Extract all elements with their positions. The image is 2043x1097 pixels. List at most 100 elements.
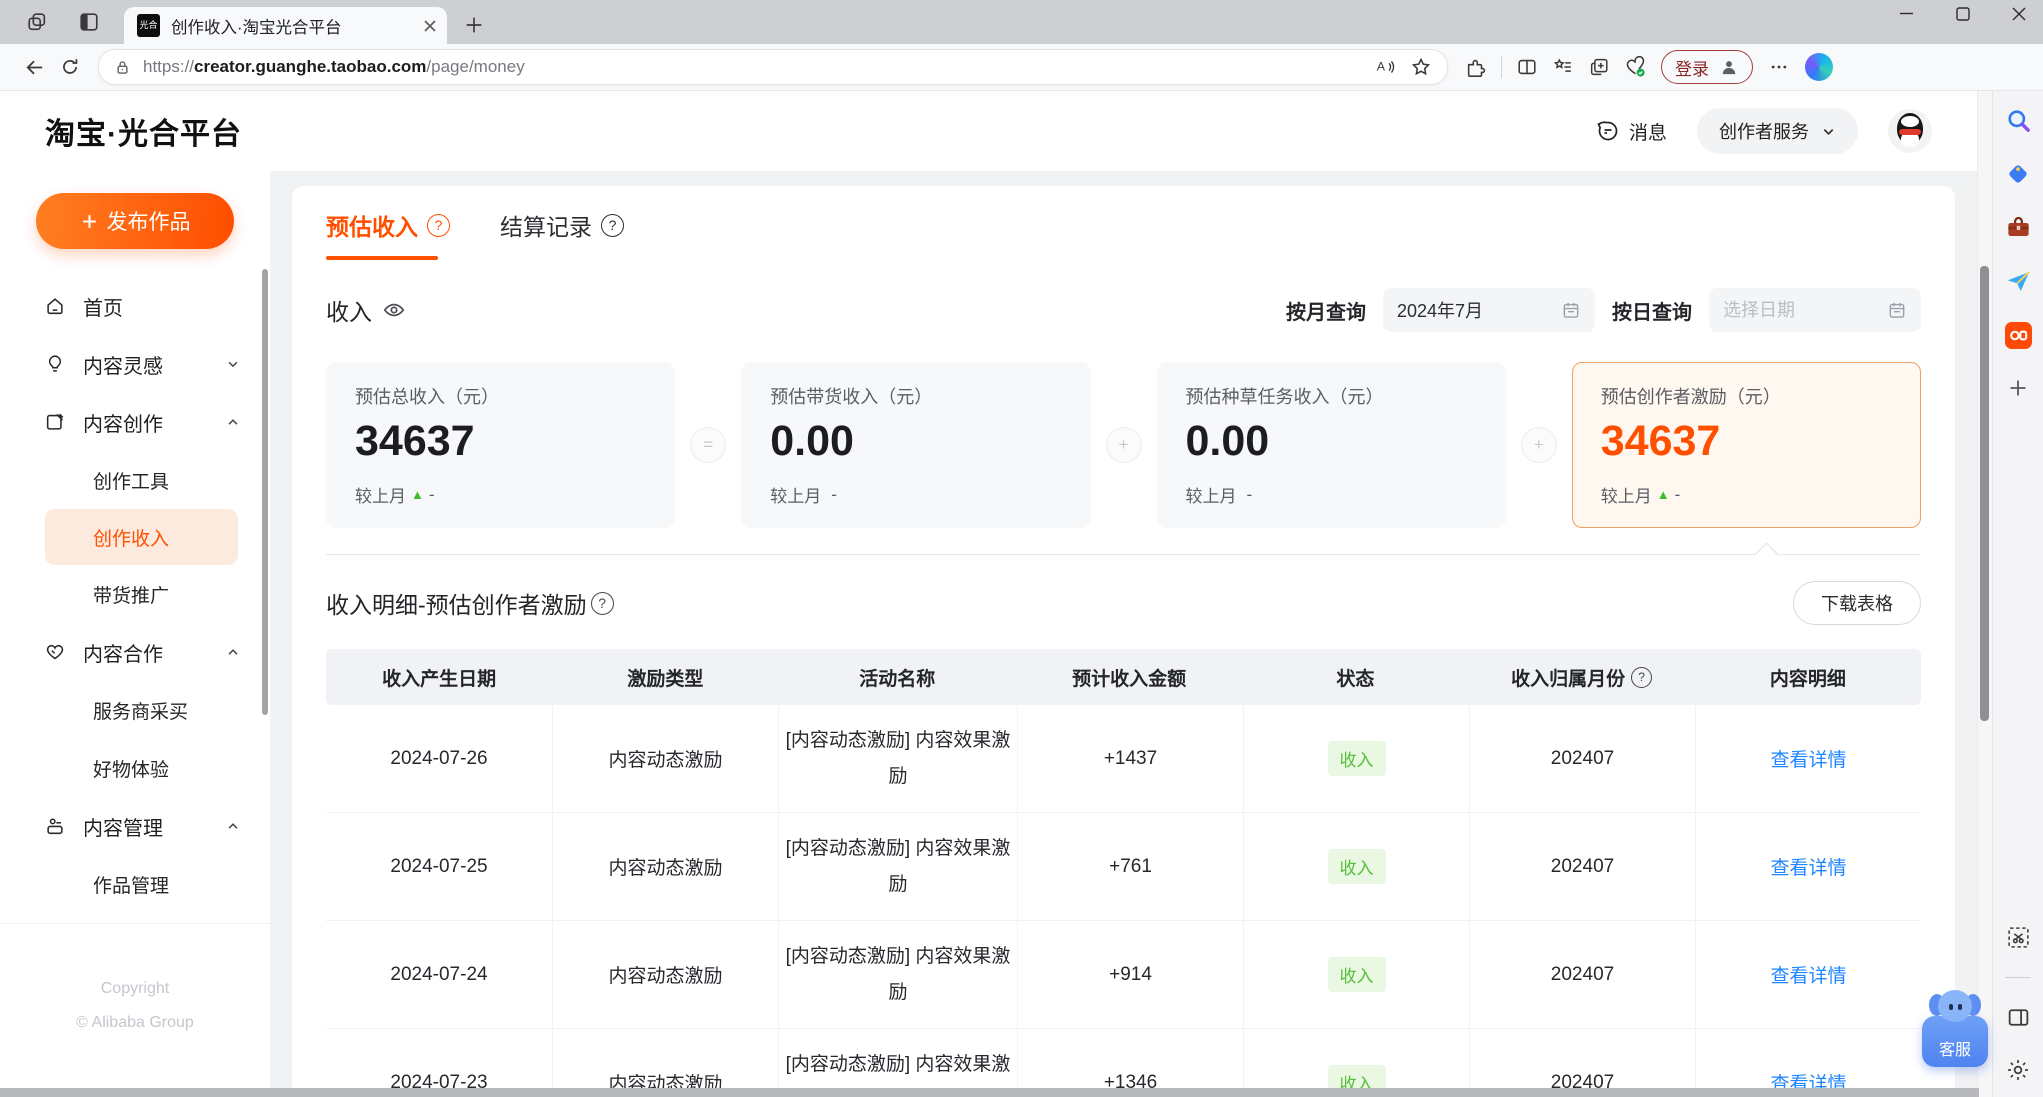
sidebar-item-goods-experience[interactable]: 好物体验 bbox=[0, 739, 270, 797]
sidebar-item-label: 内容管理 bbox=[83, 817, 163, 840]
month-picker-input[interactable] bbox=[1397, 299, 1547, 321]
main-area: 预估收入 结算记录 收入 bbox=[270, 171, 1977, 1097]
close-button[interactable] bbox=[2011, 6, 2027, 22]
sidebar-item-works-management[interactable]: 作品管理 bbox=[0, 855, 270, 913]
elephant-mascot-icon bbox=[1929, 990, 1981, 1024]
collections-icon[interactable] bbox=[1581, 49, 1617, 85]
lock-icon[interactable] bbox=[113, 58, 132, 77]
kuaishou-icon[interactable] bbox=[2004, 322, 2032, 349]
card-value: 34637 bbox=[355, 417, 475, 465]
cell-status: 收入 bbox=[1243, 705, 1469, 812]
horizontal-scrollbar[interactable] bbox=[0, 1088, 1979, 1097]
sidebar-item-creation[interactable]: 内容创作 bbox=[0, 393, 270, 451]
vertical-tabs-icon[interactable] bbox=[78, 11, 100, 33]
toolbox-icon[interactable] bbox=[2005, 214, 2032, 241]
browser-essentials-icon[interactable] bbox=[1617, 49, 1653, 85]
cell-amount: +761 bbox=[1017, 813, 1243, 920]
login-button[interactable]: 登录 bbox=[1661, 50, 1753, 84]
shopping-icon[interactable] bbox=[2005, 161, 2031, 187]
compare-label: 较上月 bbox=[355, 487, 406, 506]
creator-service-menu[interactable]: 创作者服务 bbox=[1697, 108, 1858, 154]
sidebar-item-label: 带货推广 bbox=[93, 585, 170, 607]
tab-title: 创作收入·淘宝光合平台 bbox=[171, 18, 342, 37]
sidebar-item-label: 内容创作 bbox=[83, 413, 163, 436]
calendar-icon[interactable] bbox=[1561, 300, 1581, 320]
card-sales-income[interactable]: 预估带货收入（元） 0.00 较上月 - bbox=[741, 362, 1091, 528]
sidebar-item-creation-tools[interactable]: 创作工具 bbox=[0, 451, 270, 509]
compare-label: 较上月 bbox=[1185, 487, 1237, 506]
month-picker[interactable] bbox=[1383, 288, 1595, 332]
cell-month: 202407 bbox=[1469, 1029, 1695, 1097]
day-picker[interactable] bbox=[1709, 288, 1921, 332]
view-details-link[interactable]: 查看详情 bbox=[1770, 853, 1846, 880]
back-icon[interactable] bbox=[16, 49, 52, 85]
browser-tab[interactable]: 光合 创作收入·淘宝光合平台 bbox=[124, 7, 447, 44]
sidebar-item-management[interactable]: 内容管理 bbox=[0, 797, 270, 855]
view-details-link[interactable]: 查看详情 bbox=[1770, 961, 1846, 988]
browser-toolbar: https://creator.guanghe.taobao.com/page/… bbox=[0, 44, 2043, 91]
help-icon[interactable] bbox=[601, 213, 624, 237]
help-icon[interactable] bbox=[590, 591, 614, 615]
cell-amount: +1346 bbox=[1017, 1029, 1243, 1097]
settings-gear-icon[interactable] bbox=[2005, 1057, 2031, 1083]
publish-button[interactable]: 发布作品 bbox=[36, 193, 234, 249]
eye-icon[interactable] bbox=[382, 298, 406, 322]
add-sidebar-item-icon[interactable] bbox=[2006, 376, 2030, 400]
more-menu-icon[interactable] bbox=[1761, 49, 1797, 85]
new-tab-button[interactable] bbox=[463, 14, 485, 36]
sidebar-scrollbar-thumb[interactable] bbox=[262, 269, 268, 715]
copilot-icon[interactable] bbox=[1805, 53, 1833, 81]
address-bar[interactable]: https://creator.guanghe.taobao.com/page/… bbox=[98, 49, 1448, 85]
sidebar-item-label: 首页 bbox=[83, 297, 123, 320]
page-scrollbar-thumb[interactable] bbox=[1980, 266, 1989, 721]
download-table-button[interactable]: 下载表格 bbox=[1793, 581, 1921, 625]
sidebar-item-service-purchase[interactable]: 服务商采买 bbox=[0, 681, 270, 739]
card-seeding-task-income[interactable]: 预估种草任务收入（元） 0.00 较上月 - bbox=[1156, 362, 1506, 528]
tab-settlement-records[interactable]: 结算记录 bbox=[500, 208, 624, 260]
paper-plane-icon[interactable] bbox=[2005, 268, 2032, 295]
copyright-line2: © Alibaba Group bbox=[76, 1013, 194, 1031]
tab-estimated-income[interactable]: 预估收入 bbox=[326, 208, 450, 260]
page-scrollbar[interactable] bbox=[1977, 91, 1992, 1097]
compare-value: - bbox=[428, 484, 435, 504]
sidebar-item-home[interactable]: 首页 bbox=[0, 277, 270, 335]
sidebar-item-label: 创作工具 bbox=[93, 471, 170, 493]
split-screen-icon[interactable] bbox=[1509, 49, 1545, 85]
calendar-icon[interactable] bbox=[1887, 300, 1907, 320]
help-icon[interactable] bbox=[427, 213, 450, 237]
table-row: 2024-07-23 内容动态激励 [内容动态激励] 内容效果激励 +1346 … bbox=[326, 1029, 1921, 1097]
card-creator-incentive[interactable]: 预估创作者激励（元） 34637 较上月 ▲ - bbox=[1571, 362, 1921, 528]
screenshot-icon[interactable] bbox=[2006, 925, 2031, 950]
sidebar-panel-icon[interactable] bbox=[2006, 1005, 2031, 1030]
favorite-star-icon[interactable] bbox=[1403, 49, 1439, 85]
sidebar-item-promotion[interactable]: 带货推广 bbox=[0, 565, 270, 623]
compare-value: - bbox=[1246, 484, 1253, 504]
heart-hands-icon bbox=[46, 644, 64, 660]
svg-text:A: A bbox=[1377, 60, 1386, 74]
read-aloud-icon[interactable]: A bbox=[1367, 49, 1403, 85]
card-total-income[interactable]: 预估总收入（元） 34637 较上月 ▲ - bbox=[326, 362, 676, 528]
chevron-down-icon bbox=[226, 357, 240, 371]
search-icon[interactable] bbox=[2005, 107, 2032, 134]
extensions-icon[interactable] bbox=[1458, 49, 1494, 85]
url-prefix: https:// bbox=[143, 57, 195, 76]
customer-service-button[interactable]: 客服 bbox=[1922, 990, 1988, 1067]
view-details-link[interactable]: 查看详情 bbox=[1770, 745, 1846, 772]
messages-label: 消息 bbox=[1628, 122, 1667, 144]
messages-button[interactable]: 消息 bbox=[1596, 118, 1667, 145]
sidebar-item-inspiration[interactable]: 内容灵感 bbox=[0, 335, 270, 393]
day-picker-input[interactable] bbox=[1723, 299, 1873, 321]
column-header-activity: 活动名称 bbox=[859, 668, 936, 690]
refresh-icon[interactable] bbox=[52, 49, 88, 85]
avatar[interactable] bbox=[1888, 109, 1932, 153]
cell-date: 2024-07-24 bbox=[390, 963, 488, 985]
help-icon[interactable] bbox=[1631, 666, 1653, 688]
trend-up-icon: ▲ bbox=[1656, 487, 1670, 502]
sidebar-item-cooperation[interactable]: 内容合作 bbox=[0, 623, 270, 681]
tab-close-icon[interactable] bbox=[423, 19, 437, 33]
maximize-button[interactable] bbox=[1955, 6, 1971, 22]
sidebar-item-creation-income[interactable]: 创作收入 bbox=[45, 509, 238, 565]
favorites-bar-icon[interactable] bbox=[1545, 49, 1581, 85]
tab-actions-icon[interactable] bbox=[26, 11, 48, 33]
minimize-button[interactable] bbox=[1898, 5, 1915, 22]
